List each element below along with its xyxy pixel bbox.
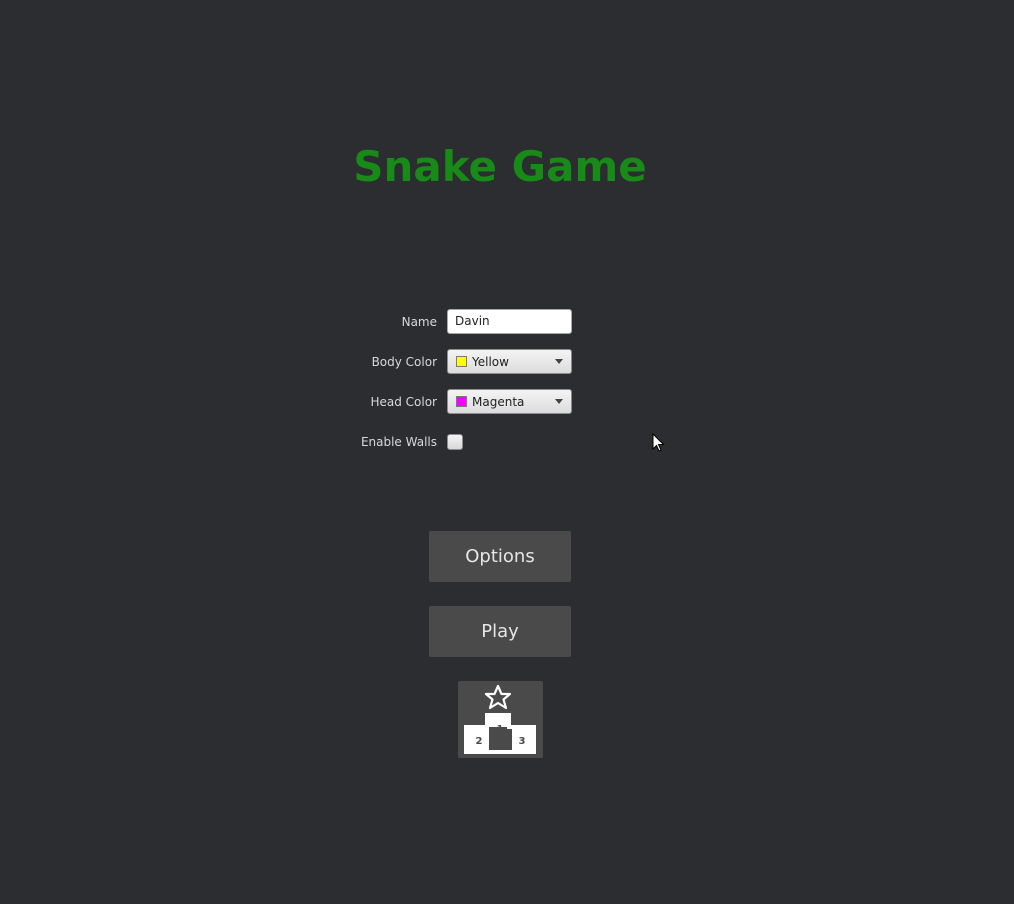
podium-first-place-number: 1: [497, 724, 504, 735]
head-color-label: Head Color: [370, 395, 437, 409]
body-color-label: Body Color: [371, 355, 437, 369]
body-color-swatch: [456, 356, 467, 367]
enable-walls-label: Enable Walls: [360, 435, 437, 449]
head-color-swatch: [456, 396, 467, 407]
name-label: Name: [401, 315, 437, 329]
play-button[interactable]: Play: [429, 606, 571, 657]
podium-second-place-number: 2: [476, 736, 483, 747]
body-color-dropdown[interactable]: Yellow: [447, 349, 572, 374]
name-input[interactable]: Davin: [447, 309, 572, 334]
head-color-dropdown[interactable]: Magenta: [447, 389, 572, 414]
enable-walls-checkbox[interactable]: [447, 434, 463, 450]
game-title: Snake Game: [353, 142, 647, 191]
body-color-value: Yellow: [472, 354, 509, 369]
options-button[interactable]: Options: [429, 531, 571, 582]
chevron-down-icon: [555, 399, 563, 404]
chevron-down-icon: [555, 359, 563, 364]
podium-star-icon: 1 2 3: [464, 684, 536, 754]
podium-third-place-number: 3: [519, 736, 526, 747]
mouse-pointer-icon: [652, 433, 665, 452]
leaderboard-button[interactable]: 1 2 3: [458, 681, 543, 758]
head-color-value: Magenta: [472, 394, 525, 409]
main-menu: Snake Game Name Davin Body Color Yellow …: [0, 0, 1014, 904]
